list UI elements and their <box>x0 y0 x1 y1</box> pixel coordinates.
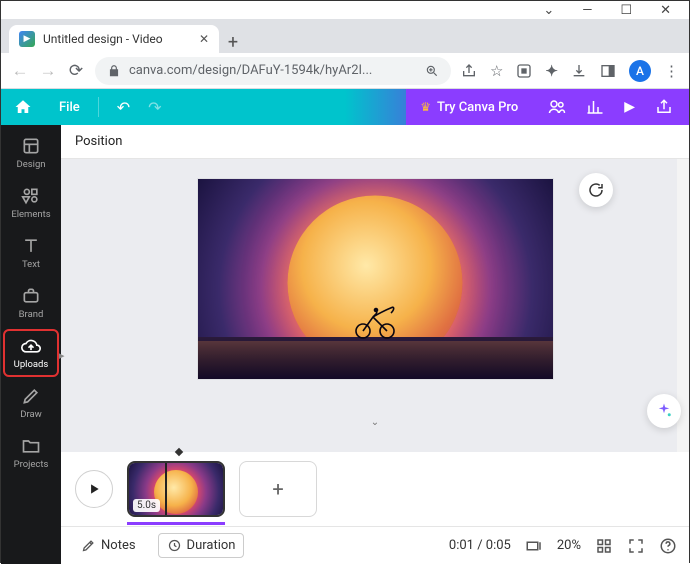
redo-icon[interactable]: ↷ <box>148 98 161 117</box>
duration-label: Duration <box>187 538 236 553</box>
grid-view-icon[interactable] <box>595 537 613 555</box>
clip-duration-label: 5.0s <box>133 499 160 512</box>
add-page-button[interactable]: + <box>239 461 317 517</box>
video-canvas[interactable] <box>198 179 553 379</box>
sidebar-item-label: Text <box>22 259 40 270</box>
window-close-icon[interactable]: ✕ <box>660 3 671 18</box>
home-button[interactable] <box>1 98 45 116</box>
crown-icon: ♛ <box>420 100 431 114</box>
clock-icon <box>167 538 182 553</box>
window-minimize-icon[interactable]: ― <box>582 3 592 18</box>
kebab-menu-icon[interactable]: ⋮ <box>664 62 679 80</box>
undo-icon[interactable]: ↶ <box>117 98 130 117</box>
folder-icon <box>21 436 41 456</box>
canva-topbar: File ↶ ↷ ♛ Try Canva Pro ▶ <box>1 89 689 125</box>
browser-tab[interactable]: ▶ Untitled design - Video ✕ <box>9 25 219 53</box>
window-maximize-icon[interactable]: ☐ <box>620 3 632 18</box>
sidebar-item-label: Draw <box>20 409 42 420</box>
collapse-handle-icon[interactable]: ⌄ <box>355 417 395 428</box>
browser-toolbar: ← → ⟳ canva.com/design/DAFuY-1594k/hyAr2… <box>1 53 689 89</box>
context-toolbar: Position <box>61 125 689 159</box>
canva-favicon: ▶ <box>19 31 35 47</box>
text-icon <box>21 236 41 256</box>
divider <box>98 97 99 117</box>
regenerate-button[interactable] <box>579 173 613 207</box>
bookmark-icon[interactable]: ☆ <box>490 62 503 80</box>
timeline-play-button[interactable] <box>75 470 113 508</box>
sparkle-icon <box>655 402 673 420</box>
lock-icon <box>107 64 121 78</box>
sidebar-item-uploads[interactable]: Uploads <box>3 329 59 377</box>
playhead[interactable] <box>165 461 167 517</box>
nav-back-icon[interactable]: ← <box>11 61 29 81</box>
main-area: Position ⌄ ▸ <box>61 125 689 564</box>
timeline-clip[interactable]: 5.0s <box>127 461 225 517</box>
notes-label: Notes <box>101 538 136 553</box>
bottom-bar: Notes Duration 0:01 / 0:05 20% <box>61 526 689 564</box>
timeline[interactable]: 5.0s + <box>61 452 689 526</box>
sidebar-item-draw[interactable]: Draw <box>3 379 59 427</box>
zoom-icon[interactable] <box>425 64 439 78</box>
nav-reload-icon[interactable]: ⟳ <box>67 61 85 81</box>
fullscreen-icon[interactable] <box>627 537 645 555</box>
sidebar-item-label: Elements <box>11 209 50 220</box>
sidebar-item-brand[interactable]: Brand <box>3 279 59 327</box>
try-pro-label: Try Canva Pro <box>437 100 518 115</box>
shapes-icon <box>21 186 41 206</box>
sidebar-item-label: Brand <box>19 309 44 320</box>
caret-down-icon: ⌄ <box>543 3 554 18</box>
tab-close-icon[interactable]: ✕ <box>199 32 209 46</box>
extension1-icon[interactable] <box>516 63 532 79</box>
sidebar-item-text[interactable]: Text <box>3 229 59 277</box>
play-icon[interactable]: ▶ <box>624 99 635 115</box>
briefcase-icon <box>21 286 41 306</box>
url-text: canva.com/design/DAFuY-1594k/hyAr2I... <box>129 63 417 78</box>
analytics-icon[interactable] <box>586 98 604 116</box>
template-icon <box>21 136 41 156</box>
sidebar-item-label: Projects <box>14 459 49 470</box>
duration-button[interactable]: Duration <box>158 533 245 558</box>
sidebar-item-elements[interactable]: Elements <box>3 179 59 227</box>
puzzle-icon[interactable]: ✦ <box>545 62 558 80</box>
refresh-icon <box>587 181 605 199</box>
sidebar-item-label: Design <box>16 159 45 170</box>
play-icon <box>87 482 101 496</box>
new-tab-button[interactable]: + <box>219 32 247 53</box>
pencil-icon <box>21 386 41 406</box>
clip-selection-underline <box>127 522 225 525</box>
pages-view-icon[interactable] <box>525 537 543 555</box>
time-display: 0:01 / 0:05 <box>449 538 511 553</box>
collaborators-icon[interactable] <box>548 98 566 116</box>
notes-button[interactable]: Notes <box>73 534 144 557</box>
sidebar-item-projects[interactable]: Projects <box>3 429 59 477</box>
share-icon[interactable] <box>461 63 477 79</box>
cloud-upload-icon <box>21 336 41 356</box>
home-icon <box>14 98 32 116</box>
sidebar-item-design[interactable]: Design <box>3 129 59 177</box>
canvas-area[interactable]: ⌄ ▸ <box>61 159 689 452</box>
zoom-level[interactable]: 20% <box>557 538 581 553</box>
file-menu[interactable]: File <box>45 100 94 115</box>
tab-title: Untitled design - Video <box>43 32 191 46</box>
sidebar-item-label: Uploads <box>14 359 49 370</box>
address-bar[interactable]: canva.com/design/DAFuY-1594k/hyAr2I... <box>95 57 451 85</box>
share-top-icon[interactable] <box>655 98 673 116</box>
notes-icon <box>81 538 96 553</box>
nav-forward-icon[interactable]: → <box>39 61 57 81</box>
position-button[interactable]: Position <box>75 134 122 149</box>
try-canva-pro-button[interactable]: ♛ Try Canva Pro <box>406 89 532 125</box>
expand-left-icon[interactable]: ▸ <box>59 349 65 362</box>
magic-button[interactable] <box>647 394 681 428</box>
side-panel: Design Elements Text Brand Uploads Draw … <box>1 125 61 564</box>
download-icon[interactable] <box>571 63 587 79</box>
sidepanel-icon[interactable] <box>600 63 616 79</box>
help-icon[interactable] <box>659 537 677 555</box>
profile-avatar[interactable]: A <box>629 60 651 82</box>
canvas-artwork <box>198 179 553 379</box>
browser-tabstrip: ▶ Untitled design - Video ✕ + <box>1 19 689 53</box>
